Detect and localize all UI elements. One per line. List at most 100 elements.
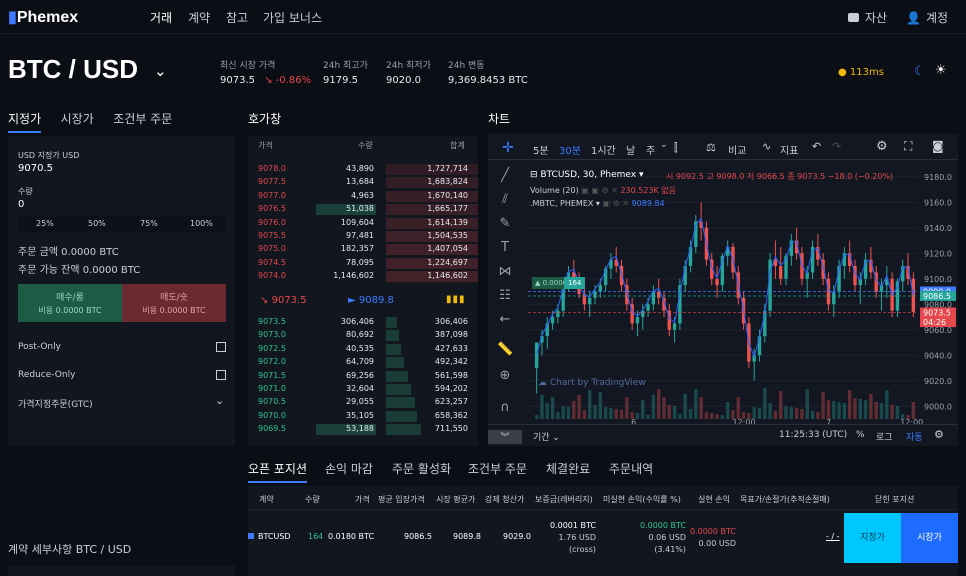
close-market-button[interactable]: 시장가	[901, 513, 958, 563]
bid-row[interactable]: 9071.5 69,256 561,598	[248, 370, 478, 382]
ask-price[interactable]: 9078.0	[258, 164, 286, 173]
bid-row[interactable]: 9069.5 53,188 711,550	[248, 424, 478, 436]
nav-reference[interactable]: 참고	[226, 9, 248, 26]
bid-row[interactable]: 9072.5 40,535 427,633	[248, 343, 478, 355]
bid-price[interactable]: 9069.5	[258, 424, 286, 433]
bid-price[interactable]: 9072.0	[258, 357, 286, 366]
camera-icon[interactable]: ◙	[932, 139, 944, 153]
compare-button[interactable]: 비교	[728, 142, 746, 157]
light-mode-icon[interactable]: ☀	[935, 63, 947, 78]
compare-icon[interactable]: ⚖	[706, 141, 716, 154]
ask-price[interactable]: 9077.5	[258, 177, 286, 186]
ask-price[interactable]: 9075.5	[258, 231, 286, 240]
bid-price[interactable]: 9071.5	[258, 371, 286, 380]
post-only-checkbox[interactable]	[216, 342, 226, 352]
ask-row[interactable]: 9076.5 51,038 1,665,177	[248, 204, 478, 216]
ask-row[interactable]: 9074.5 78,095 1,224,697	[248, 257, 478, 269]
ask-row[interactable]: 9077.0 4,963 1,670,140	[248, 190, 478, 202]
settings-icon[interactable]: ⚙	[876, 139, 888, 154]
depth-bars-icon[interactable]: ▮▮▮	[446, 294, 466, 305]
zoom-icon[interactable]: ⊕	[497, 368, 513, 384]
tab-order-history[interactable]: 주문내역	[609, 460, 653, 477]
tab-closed-pnl[interactable]: 손익 마감	[325, 460, 373, 477]
bid-price[interactable]: 9072.5	[258, 344, 286, 353]
chart-clock[interactable]: 11:25:33 (UTC)	[779, 430, 847, 440]
indicators-button[interactable]: 지표	[780, 142, 798, 157]
interval-1h[interactable]: 1시간	[591, 142, 616, 157]
tif-select[interactable]: 가격지정주문(GTC)	[18, 397, 93, 410]
assets-link[interactable]: 자산	[848, 9, 887, 26]
brush-tool-icon[interactable]: ✎	[497, 216, 513, 232]
bid-price[interactable]: 9070.0	[258, 411, 286, 420]
ruler-tool-icon[interactable]: 📏	[497, 342, 513, 358]
chart-legend-symbol[interactable]: ⊟ BTCUSD, 30, Phemex ▾	[530, 170, 644, 180]
back-arrow-icon[interactable]: ←	[497, 312, 513, 328]
bid-row[interactable]: 9071.0 32,604 594,202	[248, 384, 478, 395]
date-range-button[interactable]: 기간 ⌄	[533, 430, 560, 443]
sell-short-button[interactable]: 매도/숏 비용 0.0000 BTC	[122, 284, 226, 322]
interval-day[interactable]: 날	[626, 142, 635, 157]
tab-open-positions[interactable]: 오픈 포지션	[248, 460, 308, 483]
percent-scale-toggle[interactable]: %	[856, 430, 865, 440]
dark-mode-icon[interactable]: ☾	[914, 64, 926, 79]
interval-chevron-icon[interactable]: ⌄	[660, 140, 668, 150]
price-input[interactable]: 9070.5	[18, 163, 53, 174]
crosshair-icon[interactable]: ✛	[502, 140, 514, 156]
bid-row[interactable]: 9070.0 35,105 658,362	[248, 410, 478, 422]
interval-30m[interactable]: 30분	[559, 142, 581, 157]
ask-price[interactable]: 9074.5	[258, 258, 286, 267]
bid-price[interactable]: 9073.0	[258, 330, 286, 339]
ask-row[interactable]: 9074.0 1,146,602 1,146,602	[248, 271, 478, 283]
bid-row[interactable]: 9073.5 306,406 306,406	[248, 317, 478, 328]
pct-50[interactable]: 50%	[88, 219, 106, 228]
bid-price[interactable]: 9071.0	[258, 384, 286, 393]
bid-row[interactable]: 9070.5 29,055 623,257	[248, 397, 478, 409]
ask-price[interactable]: 9074.0	[258, 271, 286, 280]
account-link[interactable]: 👤 계정	[906, 9, 948, 26]
pct-25[interactable]: 25%	[36, 219, 54, 228]
buy-long-button[interactable]: 매수/롱 비용 0.0000 BTC	[18, 284, 122, 322]
bid-row[interactable]: 9073.0 80,692 387,098	[248, 330, 478, 342]
tab-fills[interactable]: 체결완료	[546, 460, 590, 477]
pattern-tool-icon[interactable]: ⋈	[497, 264, 513, 280]
interval-week[interactable]: 주	[646, 142, 655, 157]
ask-price[interactable]: 9075.0	[258, 244, 286, 253]
bid-price[interactable]: 9070.5	[258, 397, 286, 406]
prediction-tool-icon[interactable]: ☷	[497, 288, 513, 304]
close-limit-button[interactable]: 지정가	[844, 513, 901, 563]
nav-contract[interactable]: 계약	[188, 9, 210, 26]
magnet-icon[interactable]: ∩	[497, 400, 513, 416]
trendline-tool-icon[interactable]: ╱	[497, 168, 513, 184]
undo-icon[interactable]: ↶	[812, 140, 821, 153]
text-tool-icon[interactable]: T	[497, 240, 513, 256]
ask-row[interactable]: 9078.0 43,890 1,727,714	[248, 164, 478, 175]
tab-active-orders[interactable]: 주문 활성화	[392, 460, 451, 477]
position-tpsl[interactable]: - / -	[826, 532, 840, 541]
ask-row[interactable]: 9077.5 13,684 1,683,824	[248, 177, 478, 189]
bid-row[interactable]: 9072.0 64,709 492,342	[248, 357, 478, 369]
tab-limit[interactable]: 지정가	[8, 112, 42, 133]
pct-100[interactable]: 100%	[190, 219, 213, 228]
bid-price[interactable]: 9073.5	[258, 317, 286, 326]
ask-row[interactable]: 9076.0 109,604 1,614,139	[248, 217, 478, 229]
fib-tool-icon[interactable]: ⫽	[497, 192, 513, 208]
chart-settings-icon[interactable]: ⚙	[934, 428, 944, 441]
redo-icon[interactable]: ↷	[832, 140, 841, 153]
pair-dropdown-chevron-icon[interactable]: ⌄	[154, 62, 167, 80]
ask-price[interactable]: 9076.0	[258, 218, 286, 227]
nav-trade[interactable]: 거래	[150, 9, 172, 26]
tab-conditional[interactable]: 조건부 주문	[113, 112, 172, 126]
auto-scale-toggle[interactable]: 자동	[906, 430, 923, 443]
log-scale-toggle[interactable]: 로그	[876, 430, 893, 443]
pct-75[interactable]: 75%	[140, 219, 158, 228]
ask-price[interactable]: 9077.0	[258, 191, 286, 200]
phemex-logo[interactable]: ▮Phemex	[8, 7, 78, 27]
candle-type-icon[interactable]: ⫿	[674, 141, 678, 155]
ask-price[interactable]: 9076.5	[258, 204, 286, 213]
position-row[interactable]: BTCUSD 164 0.0180 BTC 9086.5 9089.8 9029…	[248, 511, 958, 563]
tif-chevron-icon[interactable]: ⌄	[215, 394, 224, 407]
ask-row[interactable]: 9075.5 97,481 1,504,535	[248, 231, 478, 242]
ask-row[interactable]: 9075.0 182,357 1,407,054	[248, 244, 478, 256]
indicators-icon[interactable]: ∿	[762, 140, 771, 153]
tab-market[interactable]: 시장가	[61, 112, 94, 126]
